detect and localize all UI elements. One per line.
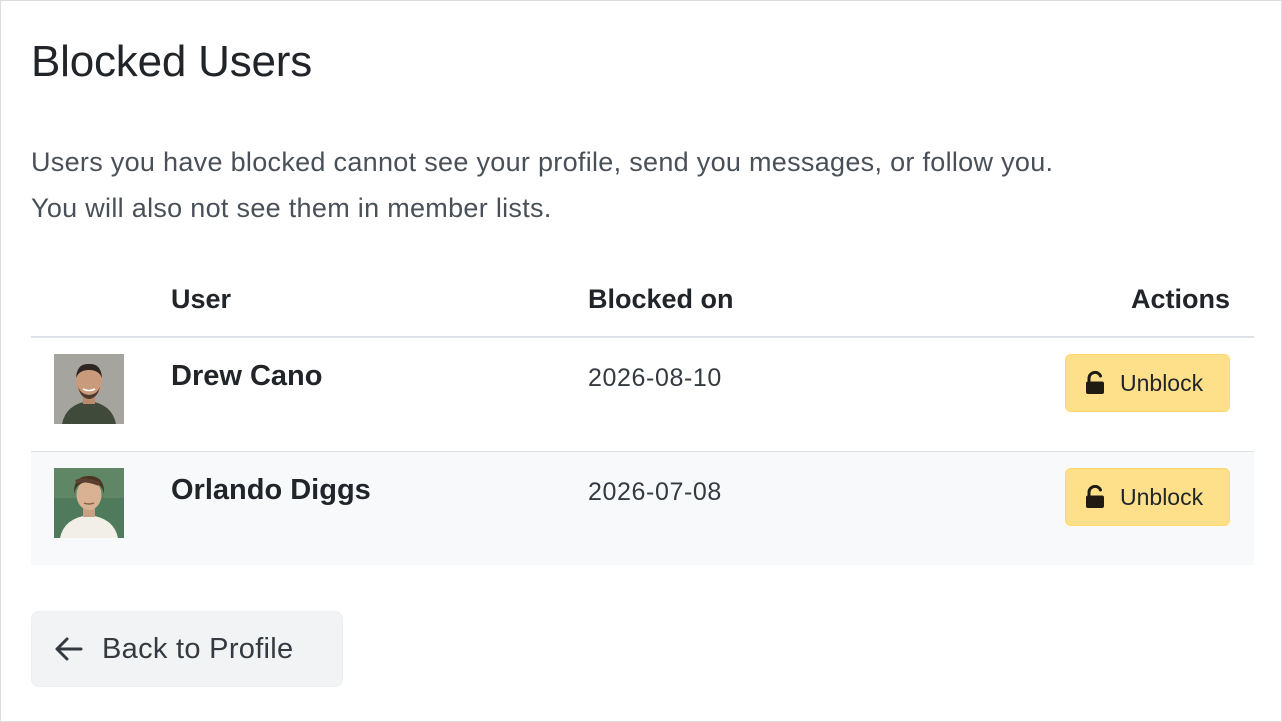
blocked-users-table: User Blocked on Actions Drew Cano 2026-0… <box>31 263 1254 565</box>
page-description: Users you have blocked cannot see your p… <box>31 139 1254 231</box>
blocked-date: 2026-07-08 <box>588 478 722 506</box>
user-name: Drew Cano <box>171 360 323 392</box>
page-title: Blocked Users <box>31 37 313 86</box>
table-body: Drew Cano 2026-08-10 Unblock Orlando Dig… <box>31 337 1254 565</box>
avatar-cell <box>31 337 171 452</box>
blocked-on-column-header: Blocked on <box>588 263 888 338</box>
actions-cell: Unblock <box>888 337 1254 452</box>
avatar-image <box>54 468 124 538</box>
table-header-row: User Blocked on Actions <box>31 263 1254 338</box>
table-header: User Blocked on Actions <box>31 263 1254 338</box>
unblock-button[interactable]: Unblock <box>1065 468 1230 526</box>
user-column-header: User <box>171 263 588 338</box>
app-window: Blocked Users Users you have blocked can… <box>0 0 1282 722</box>
unblock-label: Unblock <box>1120 369 1204 396</box>
avatar-cell <box>31 451 171 565</box>
user-cell: Drew Cano <box>171 337 588 452</box>
unlock-icon <box>1084 484 1106 509</box>
blocked-on-cell: 2026-07-08 <box>588 451 888 565</box>
unlock-icon <box>1084 370 1106 395</box>
blocked-on-cell: 2026-08-10 <box>588 337 888 452</box>
unblock-label: Unblock <box>1120 483 1204 510</box>
avatar-column-header <box>31 263 171 338</box>
arrow-left-icon <box>54 636 84 662</box>
table-row: Drew Cano 2026-08-10 Unblock <box>31 337 1254 452</box>
description-line-1: Users you have blocked cannot see your p… <box>31 147 1054 177</box>
user-name: Orlando Diggs <box>171 474 371 506</box>
blocked-date: 2026-08-10 <box>588 364 722 392</box>
unblock-button[interactable]: Unblock <box>1065 354 1230 412</box>
avatar-image <box>54 354 124 424</box>
table-row: Orlando Diggs 2026-07-08 Unblock <box>31 451 1254 565</box>
avatar <box>54 354 124 424</box>
back-to-profile-label: Back to Profile <box>102 632 294 665</box>
user-cell: Orlando Diggs <box>171 451 588 565</box>
avatar <box>54 468 124 538</box>
actions-cell: Unblock <box>888 451 1254 565</box>
description-line-2: You will also not see them in member lis… <box>31 193 552 223</box>
back-to-profile-button[interactable]: Back to Profile <box>31 611 343 687</box>
actions-column-header: Actions <box>888 263 1254 338</box>
